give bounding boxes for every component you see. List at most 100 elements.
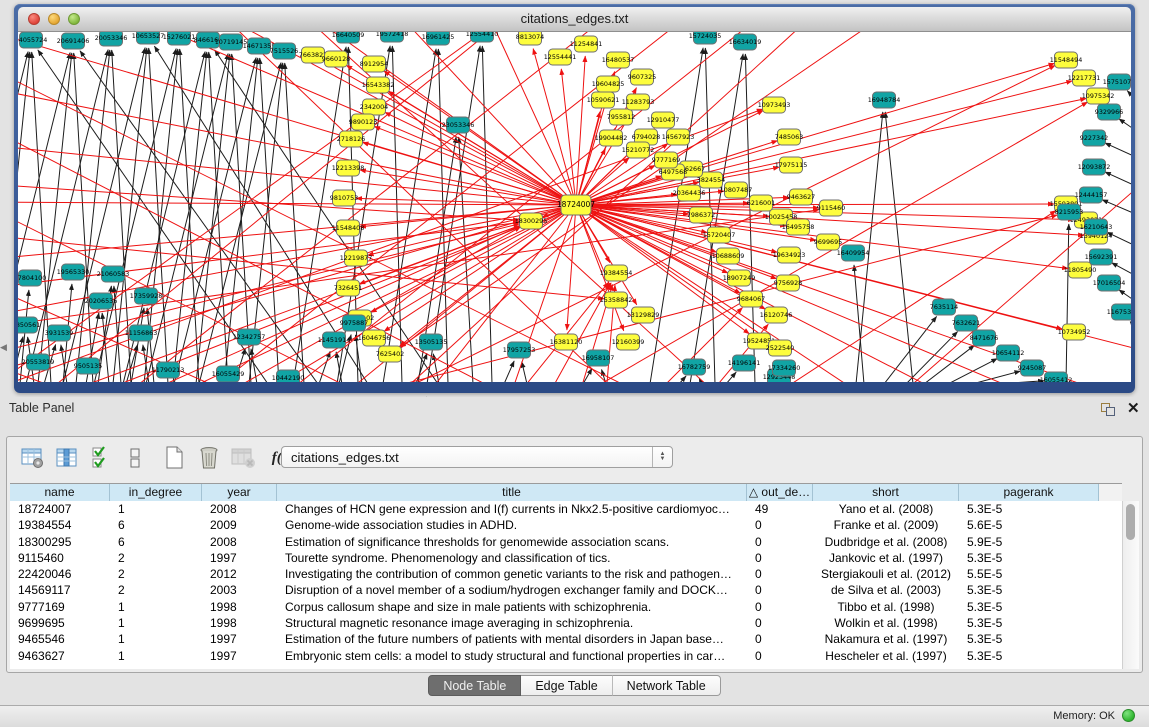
table-cell[interactable]: 18724007 [10, 501, 110, 517]
network-node-9699695[interactable]: 9699695 [814, 234, 842, 250]
network-node-9245087[interactable]: 9245087 [1018, 360, 1046, 376]
network-window[interactable]: citations_edges.txt 18724007183002951097… [14, 4, 1135, 393]
network-node-11451914[interactable]: 11451914 [318, 332, 351, 348]
network-node-15751074[interactable]: 15751074 [1103, 74, 1131, 90]
table-cell[interactable]: 14569117 [10, 582, 110, 598]
table-cell[interactable]: Yano et al. (2008) [813, 501, 959, 517]
splitter-collapse-icon[interactable]: ◀ [0, 342, 7, 353]
network-node-16120746[interactable]: 16120746 [760, 307, 793, 323]
table-cell[interactable]: 0 [747, 517, 813, 533]
network-node-16055429[interactable]: 16055429 [212, 366, 245, 382]
table-cell[interactable]: 5.5E-5 [959, 566, 1099, 582]
network-node-10734952[interactable]: 10734952 [1058, 324, 1091, 340]
table-cell[interactable]: 49 [747, 501, 813, 517]
table-row[interactable]: 1830029562008Estimation of significance … [10, 534, 1122, 550]
network-node-7955812[interactable]: 7955812 [607, 109, 635, 125]
citation-edge-red[interactable] [576, 56, 585, 205]
network-node-9684067[interactable]: 9684067 [737, 291, 765, 307]
network-node-18907249[interactable]: 18907249 [723, 270, 756, 286]
network-node-17359928[interactable]: 17359928 [130, 288, 163, 304]
table-cell[interactable]: Tibbo et al. (1998) [813, 599, 959, 615]
network-node-9607325[interactable]: 9607325 [628, 69, 656, 85]
column-header-1[interactable]: in_degree [110, 484, 202, 501]
network-node-16210643[interactable]: 16210643 [1080, 219, 1113, 235]
network-node-8471676[interactable]: 8471676 [970, 330, 998, 346]
table-cell[interactable]: 1998 [202, 615, 277, 631]
citation-edge-red[interactable] [567, 205, 576, 330]
table-cell[interactable]: 22420046 [10, 566, 110, 582]
network-node-11675300[interactable]: 11675300 [1107, 304, 1131, 320]
network-node-7515526[interactable]: 7515526 [270, 43, 298, 59]
network-node-10590621[interactable]: 10590621 [587, 92, 620, 108]
table-cell[interactable]: 1997 [202, 648, 277, 664]
row-height-icon[interactable] [121, 445, 149, 471]
network-node-13129829[interactable]: 13129829 [627, 307, 660, 323]
network-node-15720407[interactable]: 15720407 [703, 227, 736, 243]
table-row[interactable]: 1872400712008Changes of HCN gene express… [10, 501, 1122, 517]
table-cell[interactable]: 5.3E-5 [959, 648, 1099, 664]
table-cell[interactable]: Corpus callosum shape and size in male p… [277, 599, 747, 615]
table-cell[interactable]: 1 [110, 599, 202, 615]
table-select-dropdown[interactable]: citations_edges.txt ▲▼ [281, 446, 673, 468]
table-cell[interactable]: 0 [747, 631, 813, 647]
table-cell[interactable]: 9465546 [10, 631, 110, 647]
network-node-16948784[interactable]: 16948784 [868, 92, 901, 108]
network-node-2522540[interactable]: 2522540 [766, 340, 794, 356]
table-cell[interactable]: 1 [110, 631, 202, 647]
table-scrollbar-thumb[interactable] [1126, 504, 1135, 540]
citation-edge-black[interactable] [884, 316, 937, 382]
citation-edge-red[interactable] [576, 205, 777, 252]
table-cell[interactable]: Estimation of the future numbers of pati… [277, 631, 747, 647]
network-node-16495758[interactable]: 16495758 [782, 219, 815, 235]
table-cell[interactable]: 2003 [202, 582, 277, 598]
network-node-7485063[interactable]: 7485063 [775, 129, 803, 145]
network-node-20691406[interactable]: 20691406 [57, 33, 90, 49]
network-node-9227342[interactable]: 9227342 [1080, 130, 1108, 146]
table-cell[interactable]: Estimation of significance thresholds fo… [277, 534, 747, 550]
table-row[interactable]: 946554611997Estimation of the future num… [10, 631, 1122, 647]
network-node-11156863[interactable]: 11156863 [125, 325, 158, 341]
network-node-16958107[interactable]: 16958107 [582, 350, 615, 366]
select-all-icon[interactable] [87, 445, 115, 471]
network-node-10973493[interactable]: 10973493 [758, 97, 791, 113]
table-cell[interactable]: 1 [110, 501, 202, 517]
network-node-9660128[interactable]: 9660128 [322, 51, 350, 67]
network-node-9463627[interactable]: 9463627 [787, 189, 815, 205]
network-node-19384554[interactable]: 19384554 [600, 265, 633, 281]
table-cell[interactable]: Investigating the contribution of common… [277, 566, 747, 582]
network-node-17334260[interactable]: 17334260 [768, 360, 801, 376]
show-columns-icon[interactable] [53, 445, 81, 471]
citation-edge-black[interactable] [679, 376, 686, 382]
network-node-15692391[interactable]: 15692391 [1085, 249, 1118, 265]
table-cell[interactable]: 1997 [202, 550, 277, 566]
network-node-17975115[interactable]: 17975115 [775, 157, 808, 173]
column-header-0[interactable]: name [10, 484, 110, 501]
network-node-17957253[interactable]: 17957253 [503, 342, 536, 358]
network-node-19572418[interactable]: 19572418 [376, 32, 409, 42]
citation-edge-red[interactable] [388, 91, 576, 205]
network-node-7625402[interactable]: 7625402 [376, 346, 404, 362]
network-node-17804100[interactable]: 17804100 [18, 270, 46, 286]
network-node-7850561[interactable]: 7850561 [18, 317, 40, 333]
table-cell[interactable]: 2 [110, 582, 202, 598]
table-cell[interactable]: 1 [110, 648, 202, 664]
network-node-7326451[interactable]: 7326451 [334, 280, 362, 296]
table-row[interactable]: 1938455462009Genome-wide association stu… [10, 517, 1122, 533]
table-row[interactable]: 969969511998Structural magnetic resonanc… [10, 615, 1122, 631]
table-cell[interactable]: Changes of HCN gene expression and I(f) … [277, 501, 747, 517]
network-node-16480537[interactable]: 16480537 [602, 52, 635, 68]
citation-edge-red[interactable] [561, 69, 576, 205]
table-cell[interactable]: 18300295 [10, 534, 110, 550]
table-cell[interactable]: Jankovic et al. (1997) [813, 550, 959, 566]
citation-edge-black[interactable] [972, 371, 1020, 382]
table-cell[interactable]: 1998 [202, 599, 277, 615]
network-window-titlebar[interactable]: citations_edges.txt [18, 7, 1131, 32]
citation-edge-black[interactable] [1105, 143, 1131, 158]
citation-edge-red[interactable] [18, 232, 604, 299]
column-header-5[interactable]: short [813, 484, 959, 501]
network-node-13505135[interactable]: 13505135 [415, 334, 448, 350]
table-cell[interactable]: Structural magnetic resonance image aver… [277, 615, 747, 631]
citation-edge-red[interactable] [576, 205, 1131, 382]
network-node-11548408[interactable]: 11548408 [332, 220, 365, 236]
network-node-16409954[interactable]: 16409954 [837, 245, 870, 261]
